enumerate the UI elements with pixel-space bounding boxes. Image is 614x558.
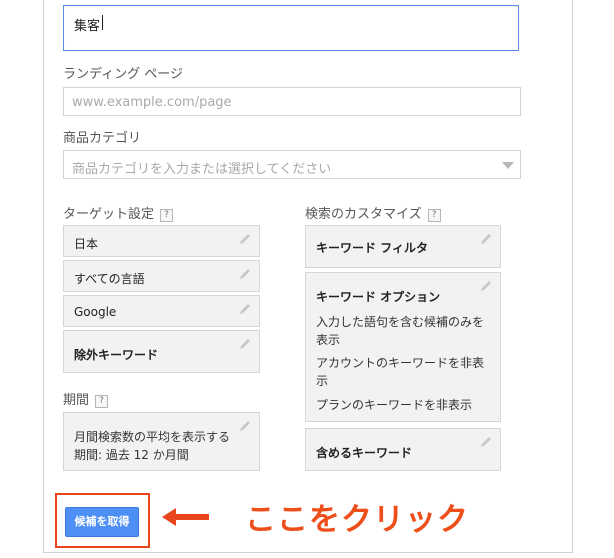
landing-page-placeholder: www.example.com/page <box>72 95 232 110</box>
chevron-down-icon[interactable] <box>502 162 514 169</box>
help-icon[interactable]: ? <box>427 209 441 222</box>
target-language-card[interactable]: すべての言語 <box>63 260 260 292</box>
customize-heading: 検索のカスタマイズ? <box>305 203 441 222</box>
negative-keywords-card[interactable]: 除外キーワード <box>63 330 260 373</box>
targeting-heading: ターゲット設定? <box>63 203 174 222</box>
annotation-callout: ここをクリック <box>245 502 469 538</box>
period-card[interactable]: 月間検索数の平均を表示する 期間: 過去 12 か月間 <box>63 412 260 471</box>
period-heading: 期間? <box>63 389 109 408</box>
keyword-textarea[interactable]: 集客 <box>63 5 519 51</box>
negative-keywords-text: 除外キーワード <box>74 348 159 362</box>
period-line-1: 月間検索数の平均を表示する <box>74 430 231 444</box>
pencil-icon[interactable] <box>479 232 493 246</box>
keyword-options-card[interactable]: キーワード オプション 入力した語句を含む候補のみを 表示 アカウントのキーワー… <box>305 272 501 422</box>
landing-page-input[interactable]: www.example.com/page <box>63 87 521 116</box>
category-placeholder: 商品カテゴリを入力または選択してください <box>72 162 332 177</box>
pencil-icon[interactable] <box>238 302 252 316</box>
category-select[interactable]: 商品カテゴリを入力または選択してください <box>63 150 521 179</box>
target-language-text: すべての言語 <box>74 272 145 286</box>
target-network-card[interactable]: Google <box>63 295 260 327</box>
pencil-icon[interactable] <box>479 279 493 293</box>
target-location-text: 日本 <box>74 237 99 251</box>
target-location-card[interactable]: 日本 <box>63 225 260 257</box>
option-line: アカウントのキーワードを非表 <box>316 356 485 370</box>
option-line: 入力した語句を含む候補のみを <box>316 315 485 329</box>
keyword-value: 集客 <box>74 19 101 34</box>
landing-page-label: ランディング ページ <box>63 67 183 82</box>
arrow-left-icon <box>162 508 209 526</box>
option-line: 示 <box>316 374 329 388</box>
period-heading-text: 期間 <box>63 393 90 408</box>
pencil-icon[interactable] <box>479 435 493 449</box>
include-keywords-card[interactable]: 含めるキーワード <box>305 428 501 471</box>
option-line: プランのキーワードを非表示 <box>316 398 473 412</box>
text-caret <box>102 15 103 30</box>
keyword-options-title: キーワード オプション <box>316 290 441 304</box>
period-line-2: 期間: 過去 12 か月間 <box>74 448 189 462</box>
target-network-text: Google <box>74 305 117 319</box>
help-icon[interactable]: ? <box>160 209 174 222</box>
pencil-icon[interactable] <box>238 267 252 281</box>
keyword-filter-text: キーワード フィルタ <box>316 241 428 255</box>
pencil-icon[interactable] <box>238 337 252 351</box>
include-keywords-text: 含めるキーワード <box>316 446 413 460</box>
pencil-icon[interactable] <box>238 419 252 433</box>
option-line: 表示 <box>316 333 341 347</box>
targeting-heading-text: ターゲット設定 <box>63 207 155 222</box>
customize-heading-text: 検索のカスタマイズ <box>305 207 422 222</box>
pencil-icon[interactable] <box>238 232 252 246</box>
help-icon[interactable]: ? <box>95 395 109 408</box>
category-label: 商品カテゴリ <box>63 131 142 146</box>
get-ideas-button[interactable]: 候補を取得 <box>65 507 139 537</box>
keyword-filter-card[interactable]: キーワード フィルタ <box>305 225 501 268</box>
